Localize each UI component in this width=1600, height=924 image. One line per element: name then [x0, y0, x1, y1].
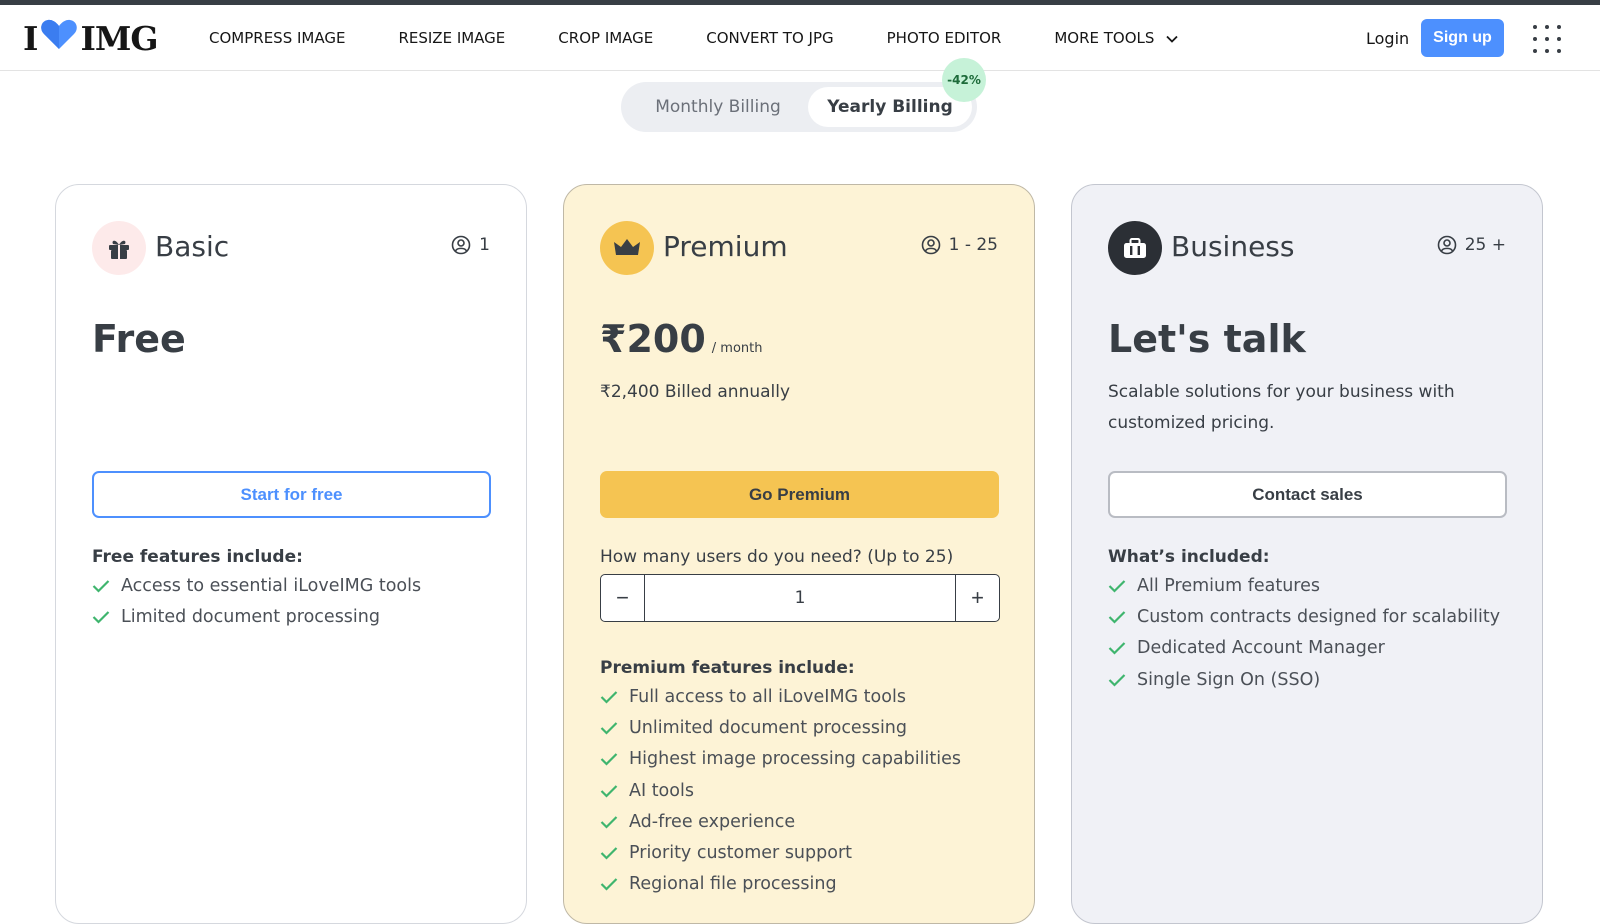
logo[interactable]: I IMG — [23, 18, 159, 58]
list-item: Single Sign On (SSO) — [1108, 664, 1500, 695]
nav-more-tools-label: MORE TOOLS — [1054, 29, 1155, 47]
user-icon — [1437, 235, 1457, 255]
list-item: Regional file processing — [600, 869, 961, 900]
plan-description: Scalable solutions for your business wit… — [1108, 382, 1455, 433]
plan-users: 1 — [451, 235, 490, 255]
decrement-button[interactable]: − — [601, 575, 645, 621]
features-title: Free features include: — [92, 547, 303, 567]
nav-photo-editor[interactable]: PHOTO EDITOR — [887, 29, 1002, 47]
nav-compress-image[interactable]: COMPRESS IMAGE — [209, 29, 345, 47]
features-list: All Premium features Custom contracts de… — [1108, 570, 1500, 695]
plan-price: Let's talk — [1108, 317, 1306, 361]
check-icon — [92, 579, 110, 593]
check-icon — [600, 784, 618, 798]
list-item: All Premium features — [1108, 570, 1500, 601]
logo-text-right: IMG — [80, 18, 158, 58]
plan-card-basic: Basic 1 Free Start for free Free feature… — [55, 184, 527, 924]
plan-card-premium: Premium 1 - 25 ₹200 / month ₹2,400 Billed… — [563, 184, 1035, 924]
features-list: Access to essential iLoveIMG tools Limit… — [92, 570, 421, 633]
list-item: Dedicated Account Manager — [1108, 633, 1500, 664]
gift-icon — [92, 221, 146, 275]
heart-icon — [40, 18, 78, 58]
features-list: Full access to all iLoveIMG tools Unlimi… — [600, 681, 961, 900]
billing-toggle: Monthly Billing Yearly Billing — [621, 82, 977, 132]
increment-button[interactable]: + — [955, 575, 999, 621]
site-header: I IMG COMPRESS IMAGE RESIZE IMAGE CROP I… — [0, 5, 1600, 71]
list-item: Unlimited document processing — [600, 712, 961, 743]
check-icon — [1108, 642, 1126, 655]
features-title: What’s included: — [1108, 547, 1270, 567]
apps-grid-icon[interactable] — [1533, 25, 1561, 53]
users-quantity-input[interactable] — [645, 575, 955, 621]
billed-annually-text: ₹2,400 Billed annually — [600, 382, 791, 402]
plan-users: 1 - 25 — [921, 235, 998, 255]
users-question: How many users do you need? (Up to 25) — [600, 547, 954, 567]
check-icon — [600, 690, 618, 704]
contact-sales-button[interactable]: Contact sales — [1108, 471, 1507, 518]
signup-button[interactable]: Sign up — [1421, 19, 1504, 57]
features-title: Premium features include: — [600, 658, 855, 678]
logo-text-left: I — [23, 18, 38, 58]
main-nav: COMPRESS IMAGE RESIZE IMAGE CROP IMAGE C… — [209, 5, 1231, 71]
user-icon — [451, 235, 471, 255]
go-premium-button[interactable]: Go Premium — [600, 471, 999, 518]
plan-card-business: Business 25 + Let's talk Scalable soluti… — [1071, 184, 1543, 924]
list-item: Access to essential iLoveIMG tools — [92, 570, 421, 601]
plan-users: 25 + — [1437, 235, 1506, 255]
plan-users-count: 25 + — [1464, 235, 1506, 255]
discount-badge: -42% — [942, 58, 986, 102]
check-icon — [1108, 673, 1126, 687]
check-icon — [600, 722, 618, 735]
price-amount: ₹200 — [600, 317, 706, 361]
user-icon — [921, 235, 940, 255]
plan-users-count: 1 — [479, 235, 490, 255]
users-quantity-stepper: − + — [600, 574, 1000, 622]
plan-name: Business — [1171, 230, 1295, 263]
plan-price: Free — [92, 317, 186, 361]
check-icon — [600, 847, 618, 860]
check-icon — [600, 878, 618, 891]
check-icon — [600, 753, 618, 766]
nav-resize-image[interactable]: RESIZE IMAGE — [398, 29, 505, 47]
plan-name: Basic — [155, 230, 230, 263]
check-icon — [600, 816, 618, 829]
list-item: AI tools — [600, 775, 961, 806]
price-unit: / month — [711, 341, 763, 356]
login-link[interactable]: Login — [1366, 29, 1409, 48]
check-icon — [1108, 611, 1126, 624]
nav-more-tools[interactable]: MORE TOOLS — [1054, 29, 1179, 47]
list-item: Limited document processing — [92, 601, 421, 632]
plan-users-count: 1 - 25 — [948, 235, 998, 255]
check-icon — [1108, 579, 1126, 593]
crown-icon — [600, 221, 654, 275]
chevron-down-icon — [1166, 29, 1179, 47]
briefcase-icon — [1108, 221, 1162, 275]
check-icon — [92, 611, 110, 624]
plan-name: Premium — [663, 230, 788, 263]
start-for-free-button[interactable]: Start for free — [92, 471, 491, 518]
nav-convert-to-jpg[interactable]: CONVERT TO JPG — [706, 29, 833, 47]
plan-price: ₹200 / month — [600, 317, 762, 361]
list-item: Ad-free experience — [600, 806, 961, 837]
list-item: Custom contracts designed for scalabilit… — [1108, 601, 1500, 632]
billing-monthly-option[interactable]: Monthly Billing — [633, 87, 803, 127]
list-item: Highest image processing capabilities — [600, 744, 961, 775]
nav-crop-image[interactable]: CROP IMAGE — [558, 29, 653, 47]
list-item: Priority customer support — [600, 837, 961, 868]
list-item: Full access to all iLoveIMG tools — [600, 681, 961, 712]
